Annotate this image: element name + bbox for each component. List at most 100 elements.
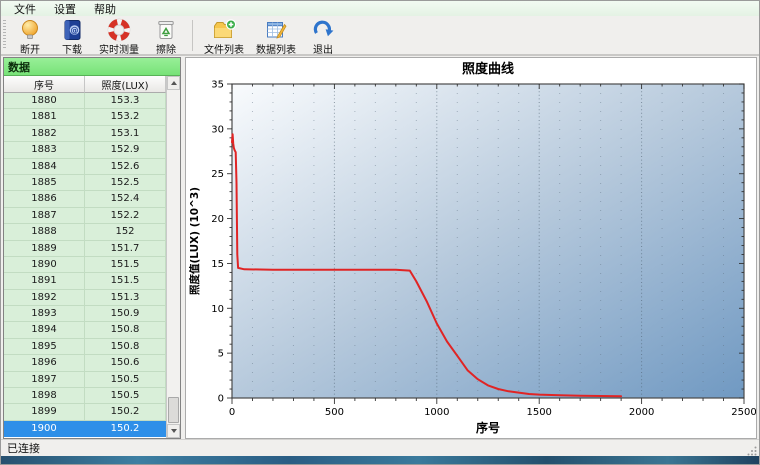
lux-cell[interactable]: 152.5 bbox=[85, 174, 166, 192]
svg-text:25: 25 bbox=[211, 169, 224, 180]
table-row[interactable]: 1891 151.5 bbox=[4, 273, 166, 290]
seq-cell[interactable]: 1892 bbox=[4, 289, 85, 307]
table-row[interactable]: 1880 153.3 bbox=[4, 93, 166, 110]
menubar: 文件 设置 帮助 bbox=[1, 1, 759, 16]
table-scrollbar[interactable] bbox=[166, 76, 180, 438]
illuminance-chart: 0 5 10 15 20 25 30 35 0 500 1000 1500 2000 2500 照度曲线序号… bbox=[188, 61, 756, 435]
seq-cell[interactable]: 1893 bbox=[4, 306, 85, 323]
table-row[interactable]: 1889 151.7 bbox=[4, 240, 166, 257]
column-header-seq[interactable]: 序号 bbox=[4, 76, 85, 93]
table-row[interactable]: 1887 152.2 bbox=[4, 207, 166, 225]
lux-cell[interactable]: 150.2 bbox=[85, 420, 166, 438]
menu-item-1[interactable]: 设置 bbox=[45, 1, 85, 17]
table-row[interactable]: 1886 152.4 bbox=[4, 191, 166, 208]
seq-cell[interactable]: 1880 bbox=[4, 93, 85, 110]
table-body: 1880 153.3 1881 153.2 1882 153.1 1883 152.9 1884… bbox=[4, 93, 166, 438]
bulb-icon bbox=[18, 18, 42, 42]
table-row[interactable]: 1899 150.2 bbox=[4, 404, 166, 421]
lux-cell[interactable]: 150.5 bbox=[85, 388, 166, 405]
lux-cell[interactable]: 151.7 bbox=[85, 240, 166, 257]
resize-grip-icon[interactable] bbox=[747, 446, 757, 456]
toolbar-button-lifebuoy[interactable]: 实时测量 bbox=[93, 17, 145, 56]
seq-cell[interactable]: 1898 bbox=[4, 388, 85, 405]
toolbar-button-bulb[interactable]: 断开 bbox=[9, 17, 51, 56]
table-row[interactable]: 1884 152.6 bbox=[4, 158, 166, 175]
main-area: 数据 序号 照度(LUX) 1880 153.3 1881 153.2 1882 153.… bbox=[1, 56, 759, 439]
seq-cell[interactable]: 1884 bbox=[4, 158, 85, 175]
lux-cell[interactable]: 152 bbox=[85, 224, 166, 241]
table-row[interactable]: 1883 152.9 bbox=[4, 142, 166, 159]
table-row[interactable]: 1900 150.2 bbox=[4, 420, 166, 438]
lux-cell[interactable]: 153.3 bbox=[85, 93, 166, 110]
lux-cell[interactable]: 151.5 bbox=[85, 256, 166, 274]
toolbar-button-trash[interactable]: 擦除 bbox=[145, 17, 187, 56]
lux-cell[interactable]: 150.8 bbox=[85, 322, 166, 339]
lux-cell[interactable]: 151.3 bbox=[85, 289, 166, 307]
lux-cell[interactable]: 152.9 bbox=[85, 142, 166, 159]
menu-item-0[interactable]: 文件 bbox=[5, 1, 45, 17]
statusbar: 已连接 bbox=[1, 439, 759, 456]
table-row[interactable]: 1896 150.6 bbox=[4, 355, 166, 372]
toolbar-button-book[interactable]: @ 下载 bbox=[51, 17, 93, 56]
lux-cell[interactable]: 151.5 bbox=[85, 273, 166, 290]
toolbar-separator bbox=[192, 20, 193, 51]
seq-cell[interactable]: 1881 bbox=[4, 109, 85, 126]
toolbar-button-table-edit[interactable]: 数据列表 bbox=[250, 17, 302, 56]
menu-item-2[interactable]: 帮助 bbox=[85, 1, 125, 17]
table-row[interactable]: 1895 150.8 bbox=[4, 338, 166, 356]
lux-cell[interactable]: 153.1 bbox=[85, 125, 166, 143]
scroll-down-button[interactable] bbox=[167, 424, 180, 438]
lux-cell[interactable]: 150.5 bbox=[85, 371, 166, 389]
toolbar-button-redo-arrow[interactable]: 退出 bbox=[302, 17, 344, 56]
table-row[interactable]: 1890 151.5 bbox=[4, 256, 166, 274]
seq-cell[interactable]: 1883 bbox=[4, 142, 85, 159]
table-row[interactable]: 1898 150.5 bbox=[4, 388, 166, 405]
seq-cell[interactable]: 1889 bbox=[4, 240, 85, 257]
table-row[interactable]: 1888 152 bbox=[4, 224, 166, 241]
x-axis-label: 序号 bbox=[476, 420, 500, 435]
lux-cell[interactable]: 150.8 bbox=[85, 338, 166, 356]
seq-cell[interactable]: 1885 bbox=[4, 174, 85, 192]
table-row[interactable]: 1894 150.8 bbox=[4, 322, 166, 339]
lux-cell[interactable]: 150.6 bbox=[85, 355, 166, 372]
svg-text:10: 10 bbox=[211, 304, 224, 315]
table-row[interactable]: 1881 153.2 bbox=[4, 109, 166, 126]
seq-cell[interactable]: 1899 bbox=[4, 404, 85, 421]
seq-cell[interactable]: 1887 bbox=[4, 207, 85, 225]
lux-cell[interactable]: 152.6 bbox=[85, 158, 166, 175]
column-header-lux[interactable]: 照度(LUX) bbox=[85, 76, 166, 93]
table-row[interactable]: 1892 151.3 bbox=[4, 289, 166, 307]
seq-cell[interactable]: 1890 bbox=[4, 256, 85, 274]
seq-cell[interactable]: 1900 bbox=[4, 420, 85, 438]
table-row[interactable]: 1882 153.1 bbox=[4, 125, 166, 143]
y-axis-label: 照度值(LUX) (10^3) bbox=[188, 187, 201, 295]
seq-cell[interactable]: 1897 bbox=[4, 371, 85, 389]
seq-cell[interactable]: 1888 bbox=[4, 224, 85, 241]
svg-text:1500: 1500 bbox=[526, 407, 551, 418]
desktop-strip bbox=[1, 456, 759, 464]
lux-cell[interactable]: 152.4 bbox=[85, 191, 166, 208]
seq-cell[interactable]: 1895 bbox=[4, 338, 85, 356]
data-table: 序号 照度(LUX) 1880 153.3 1881 153.2 1882 153.1 18… bbox=[4, 76, 180, 438]
svg-text:30: 30 bbox=[211, 124, 224, 135]
table-row[interactable]: 1897 150.5 bbox=[4, 371, 166, 389]
lux-cell[interactable]: 152.2 bbox=[85, 207, 166, 225]
svg-text:0: 0 bbox=[229, 407, 235, 418]
lux-cell[interactable]: 153.2 bbox=[85, 109, 166, 126]
arrow-down-icon bbox=[170, 429, 177, 433]
seq-cell[interactable]: 1894 bbox=[4, 322, 85, 339]
toolbar-button-folder-add[interactable]: 文件列表 bbox=[198, 17, 250, 56]
lux-cell[interactable]: 150.2 bbox=[85, 404, 166, 421]
seq-cell[interactable]: 1886 bbox=[4, 191, 85, 208]
scrollbar-track[interactable] bbox=[167, 90, 180, 424]
table-row[interactable]: 1893 150.9 bbox=[4, 306, 166, 323]
toolbar-button-label: 断开 bbox=[20, 45, 40, 56]
svg-text:@: @ bbox=[71, 26, 79, 35]
seq-cell[interactable]: 1896 bbox=[4, 355, 85, 372]
seq-cell[interactable]: 1882 bbox=[4, 125, 85, 143]
scroll-up-button[interactable] bbox=[167, 76, 180, 90]
seq-cell[interactable]: 1891 bbox=[4, 273, 85, 290]
lux-cell[interactable]: 150.9 bbox=[85, 306, 166, 323]
scrollbar-thumb[interactable] bbox=[168, 397, 179, 423]
table-row[interactable]: 1885 152.5 bbox=[4, 174, 166, 192]
